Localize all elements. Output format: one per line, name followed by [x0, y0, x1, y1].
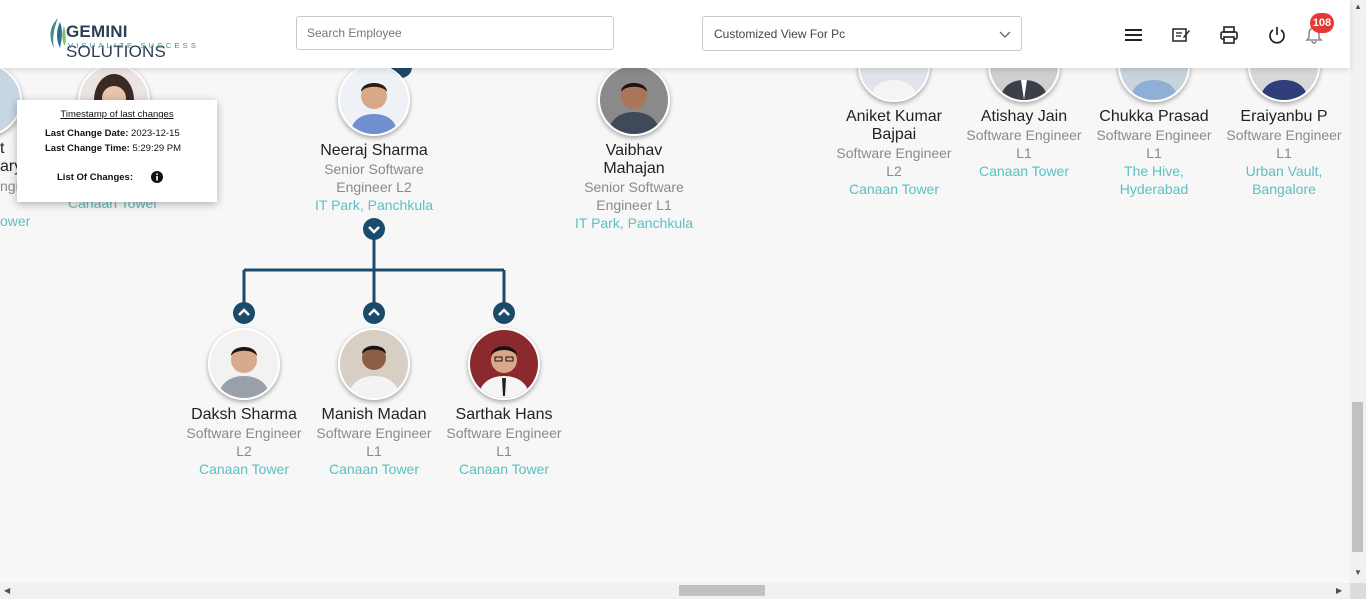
employee-role: L2	[886, 163, 902, 179]
search-input[interactable]	[296, 16, 614, 50]
last-change-tooltip: Timestamp of last changes Last Change Da…	[17, 100, 217, 202]
employee-name: Daksh Sharma	[191, 406, 297, 423]
scroll-left-arrow-icon[interactable]: ◀	[4, 586, 10, 595]
employee-location: Canaan Tower	[848, 181, 940, 197]
print-icon[interactable]	[1219, 25, 1239, 45]
chevron-up-icon[interactable]	[493, 302, 515, 324]
logo-tagline: VISUALIZE SUCCESS	[68, 41, 200, 50]
avatar	[598, 64, 670, 136]
view-select[interactable]: Customized View For Pc	[702, 16, 1022, 51]
notification-badge: 108	[1310, 13, 1334, 33]
last-change-date-row: Last Change Date: 2023-12-15	[45, 128, 180, 139]
employee-role: Software Engineer	[836, 145, 952, 161]
employee-name: Vaibhav	[605, 142, 663, 159]
employee-location: Canaan Tower	[458, 461, 550, 477]
employee-role: Software Engineer	[1226, 127, 1342, 143]
employee-role: L1	[1276, 145, 1292, 161]
employee-role: Software Engineer	[186, 425, 302, 441]
top-header: GEMINI SOLUTIONS VISUALIZE SUCCESS Custo…	[0, 0, 1350, 68]
info-icon[interactable]	[151, 171, 163, 183]
employee-location: The Hive,	[1124, 163, 1184, 179]
view-select-value: Customized View For Pc	[714, 27, 846, 41]
scroll-up-arrow-icon[interactable]: ▲	[1354, 2, 1362, 11]
employee-location: Urban Vault,	[1245, 163, 1323, 179]
employee-location: Bangalore	[1252, 181, 1316, 197]
employee-role: Engineer L1	[596, 197, 672, 213]
avatar	[338, 328, 410, 400]
employee-name: Eraiyanbu P	[1240, 108, 1328, 125]
employee-role: Senior Software	[584, 179, 684, 195]
employee-card-sarthak[interactable]: Sarthak Hans Software Engineer L1 Canaan…	[439, 328, 569, 478]
employee-role: L1	[496, 443, 512, 459]
person-photo-icon	[340, 330, 408, 398]
menu-icon[interactable]	[1124, 25, 1144, 45]
employee-name: Bajpai	[871, 126, 917, 143]
employee-role: L1	[1146, 145, 1162, 161]
scroll-right-arrow-icon[interactable]: ▶	[1336, 586, 1342, 595]
employee-role: Software Engineer	[316, 425, 432, 441]
employee-name: Sarthak Hans	[455, 406, 553, 423]
last-change-time-row: Last Change Time: 5:29:29 PM	[45, 143, 182, 154]
employee-card-vaibhav[interactable]: Vaibhav Mahajan Senior Software Engineer…	[569, 64, 699, 232]
leaf-logo-icon	[50, 18, 66, 48]
tooltip-title: Timestamp of last changes	[60, 109, 174, 120]
employee-location: Canaan Tower	[198, 461, 290, 477]
scroll-down-arrow-icon[interactable]: ▼	[1354, 568, 1362, 577]
employee-role: Software Engineer	[966, 127, 1082, 143]
chevron-down-icon	[999, 31, 1011, 38]
employee-card-daksh[interactable]: Daksh Sharma Software Engineer L2 Canaan…	[179, 328, 309, 478]
employee-role: Software Engineer	[1096, 127, 1212, 143]
gemini-logo[interactable]: GEMINI SOLUTIONS VISUALIZE SUCCESS	[46, 16, 216, 61]
employee-role: L2	[236, 443, 252, 459]
avatar	[208, 328, 280, 400]
employee-name: Mahajan	[603, 160, 665, 177]
employee-name: Manish Madan	[321, 406, 427, 423]
employee-location: Hyderabad	[1119, 181, 1189, 197]
employee-name: Aniket Kumar	[845, 108, 943, 125]
employee-location: IT Park, Panchkula	[574, 215, 694, 231]
list-of-changes-row: List Of Changes:	[57, 172, 134, 183]
employee-location: Canaan Tower	[978, 163, 1070, 179]
horizontal-scrollbar[interactable]: ◀ ▶	[0, 583, 1350, 599]
employee-role: L1	[366, 443, 382, 459]
chevron-down-icon[interactable]	[363, 218, 385, 240]
employee-role: L1	[1016, 145, 1032, 161]
employee-card-manish[interactable]: Manish Madan Software Engineer L1 Canaan…	[309, 328, 439, 478]
person-photo-icon	[210, 330, 278, 398]
employee-location: Canaan Tower	[328, 461, 420, 477]
employee-name: Chukka Prasad	[1099, 108, 1209, 125]
chevron-up-icon[interactable]	[233, 302, 255, 324]
employee-name: Atishay Jain	[980, 108, 1068, 125]
power-icon[interactable]	[1267, 25, 1287, 45]
edit-note-icon[interactable]	[1171, 25, 1191, 45]
employee-role: Software Engineer	[446, 425, 562, 441]
chevron-up-icon[interactable]	[363, 302, 385, 324]
vertical-scrollbar[interactable]: ▲ ▼	[1350, 0, 1366, 583]
person-photo-icon	[600, 66, 668, 134]
vertical-scroll-thumb[interactable]	[1352, 402, 1363, 552]
avatar	[468, 328, 540, 400]
scrollbar-corner	[1350, 583, 1366, 599]
person-photo-icon	[470, 330, 538, 398]
horizontal-scroll-thumb[interactable]	[679, 585, 765, 596]
